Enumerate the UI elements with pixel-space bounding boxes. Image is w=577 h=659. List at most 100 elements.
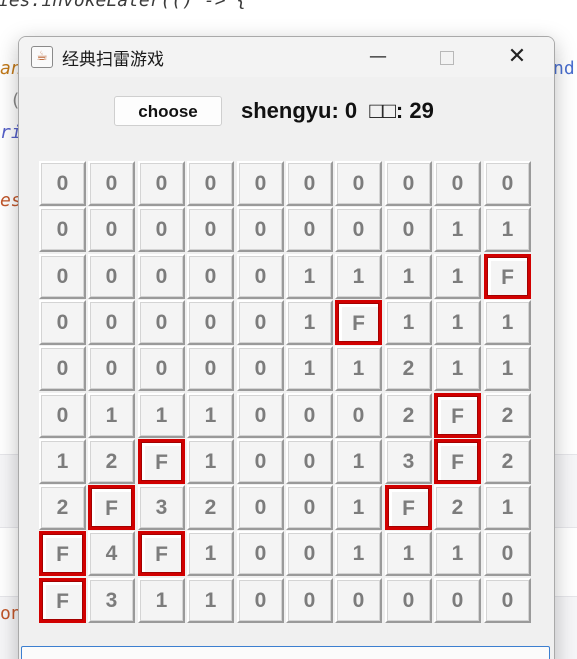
- revealed-cell[interactable]: 0: [138, 207, 185, 252]
- revealed-cell[interactable]: 0: [187, 346, 234, 391]
- revealed-cell[interactable]: 0: [335, 207, 382, 252]
- revealed-cell[interactable]: 0: [39, 161, 86, 206]
- revealed-cell[interactable]: 3: [385, 439, 432, 484]
- revealed-cell[interactable]: 0: [484, 161, 531, 206]
- revealed-cell[interactable]: 1: [385, 254, 432, 299]
- revealed-cell[interactable]: 2: [39, 485, 86, 530]
- revealed-cell[interactable]: 2: [484, 393, 531, 438]
- revealed-cell[interactable]: 0: [286, 207, 333, 252]
- revealed-cell[interactable]: 0: [286, 393, 333, 438]
- revealed-cell[interactable]: 1: [187, 578, 234, 623]
- revealed-cell[interactable]: 0: [237, 393, 284, 438]
- revealed-cell[interactable]: 0: [434, 161, 481, 206]
- revealed-cell[interactable]: 0: [39, 346, 86, 391]
- revealed-cell[interactable]: 0: [187, 207, 234, 252]
- revealed-cell[interactable]: 2: [484, 439, 531, 484]
- flagged-cell[interactable]: F: [484, 254, 531, 299]
- revealed-cell[interactable]: 0: [286, 439, 333, 484]
- revealed-cell[interactable]: 1: [286, 346, 333, 391]
- revealed-cell[interactable]: 1: [484, 485, 531, 530]
- revealed-cell[interactable]: 1: [434, 346, 481, 391]
- revealed-cell[interactable]: 1: [138, 393, 185, 438]
- revealed-cell[interactable]: 0: [237, 578, 284, 623]
- revealed-cell[interactable]: 1: [187, 393, 234, 438]
- revealed-cell[interactable]: 1: [39, 439, 86, 484]
- flagged-cell[interactable]: F: [385, 485, 432, 530]
- revealed-cell[interactable]: 1: [335, 439, 382, 484]
- flagged-cell[interactable]: F: [138, 531, 185, 576]
- flagged-cell[interactable]: F: [434, 393, 481, 438]
- revealed-cell[interactable]: 0: [138, 300, 185, 345]
- revealed-cell[interactable]: 2: [434, 485, 481, 530]
- flagged-cell[interactable]: F: [39, 531, 86, 576]
- revealed-cell[interactable]: 0: [286, 578, 333, 623]
- revealed-cell[interactable]: 1: [286, 300, 333, 345]
- revealed-cell[interactable]: 0: [237, 439, 284, 484]
- revealed-cell[interactable]: 0: [237, 346, 284, 391]
- revealed-cell[interactable]: 0: [39, 393, 86, 438]
- revealed-cell[interactable]: 0: [39, 300, 86, 345]
- revealed-cell[interactable]: 0: [335, 161, 382, 206]
- revealed-cell[interactable]: 0: [88, 254, 135, 299]
- revealed-cell[interactable]: 0: [237, 485, 284, 530]
- revealed-cell[interactable]: 0: [385, 578, 432, 623]
- revealed-cell[interactable]: 3: [88, 578, 135, 623]
- flagged-cell[interactable]: F: [39, 578, 86, 623]
- revealed-cell[interactable]: 0: [434, 578, 481, 623]
- revealed-cell[interactable]: 0: [286, 161, 333, 206]
- revealed-cell[interactable]: 2: [385, 393, 432, 438]
- revealed-cell[interactable]: 4: [88, 531, 135, 576]
- revealed-cell[interactable]: 0: [138, 254, 185, 299]
- revealed-cell[interactable]: 0: [88, 346, 135, 391]
- revealed-cell[interactable]: 0: [237, 531, 284, 576]
- revealed-cell[interactable]: 0: [39, 207, 86, 252]
- revealed-cell[interactable]: 1: [335, 254, 382, 299]
- revealed-cell[interactable]: 0: [138, 346, 185, 391]
- revealed-cell[interactable]: 0: [187, 161, 234, 206]
- revealed-cell[interactable]: 0: [237, 161, 284, 206]
- revealed-cell[interactable]: 1: [335, 531, 382, 576]
- revealed-cell[interactable]: 1: [434, 207, 481, 252]
- revealed-cell[interactable]: 1: [385, 300, 432, 345]
- revealed-cell[interactable]: 0: [138, 161, 185, 206]
- revealed-cell[interactable]: 0: [335, 393, 382, 438]
- revealed-cell[interactable]: 0: [237, 254, 284, 299]
- revealed-cell[interactable]: 1: [88, 393, 135, 438]
- revealed-cell[interactable]: 0: [484, 578, 531, 623]
- revealed-cell[interactable]: 0: [187, 254, 234, 299]
- title-bar[interactable]: ☕ 经典扫雷游戏 — ✕: [19, 37, 554, 77]
- revealed-cell[interactable]: 0: [335, 578, 382, 623]
- revealed-cell[interactable]: 0: [385, 207, 432, 252]
- revealed-cell[interactable]: 1: [484, 300, 531, 345]
- revealed-cell[interactable]: 0: [286, 531, 333, 576]
- replay-button[interactable]: replay: [21, 646, 550, 659]
- revealed-cell[interactable]: 0: [39, 254, 86, 299]
- revealed-cell[interactable]: 2: [385, 346, 432, 391]
- close-button[interactable]: ✕: [497, 43, 537, 71]
- revealed-cell[interactable]: 1: [434, 300, 481, 345]
- revealed-cell[interactable]: 1: [484, 346, 531, 391]
- revealed-cell[interactable]: 2: [187, 485, 234, 530]
- revealed-cell[interactable]: 0: [187, 300, 234, 345]
- revealed-cell[interactable]: 0: [88, 207, 135, 252]
- choose-button[interactable]: choose: [114, 96, 222, 126]
- revealed-cell[interactable]: 1: [286, 254, 333, 299]
- flagged-cell[interactable]: F: [88, 485, 135, 530]
- revealed-cell[interactable]: 1: [187, 439, 234, 484]
- revealed-cell[interactable]: 1: [434, 531, 481, 576]
- flagged-cell[interactable]: F: [138, 439, 185, 484]
- revealed-cell[interactable]: 1: [484, 207, 531, 252]
- revealed-cell[interactable]: 0: [286, 485, 333, 530]
- revealed-cell[interactable]: 1: [335, 485, 382, 530]
- revealed-cell[interactable]: 1: [434, 254, 481, 299]
- revealed-cell[interactable]: 2: [88, 439, 135, 484]
- revealed-cell[interactable]: 0: [385, 161, 432, 206]
- revealed-cell[interactable]: 1: [385, 531, 432, 576]
- maximize-button[interactable]: [427, 43, 467, 71]
- revealed-cell[interactable]: 1: [138, 578, 185, 623]
- minimize-button[interactable]: —: [358, 43, 398, 71]
- revealed-cell[interactable]: 0: [484, 531, 531, 576]
- revealed-cell[interactable]: 0: [237, 207, 284, 252]
- revealed-cell[interactable]: 0: [88, 300, 135, 345]
- flagged-cell[interactable]: F: [434, 439, 481, 484]
